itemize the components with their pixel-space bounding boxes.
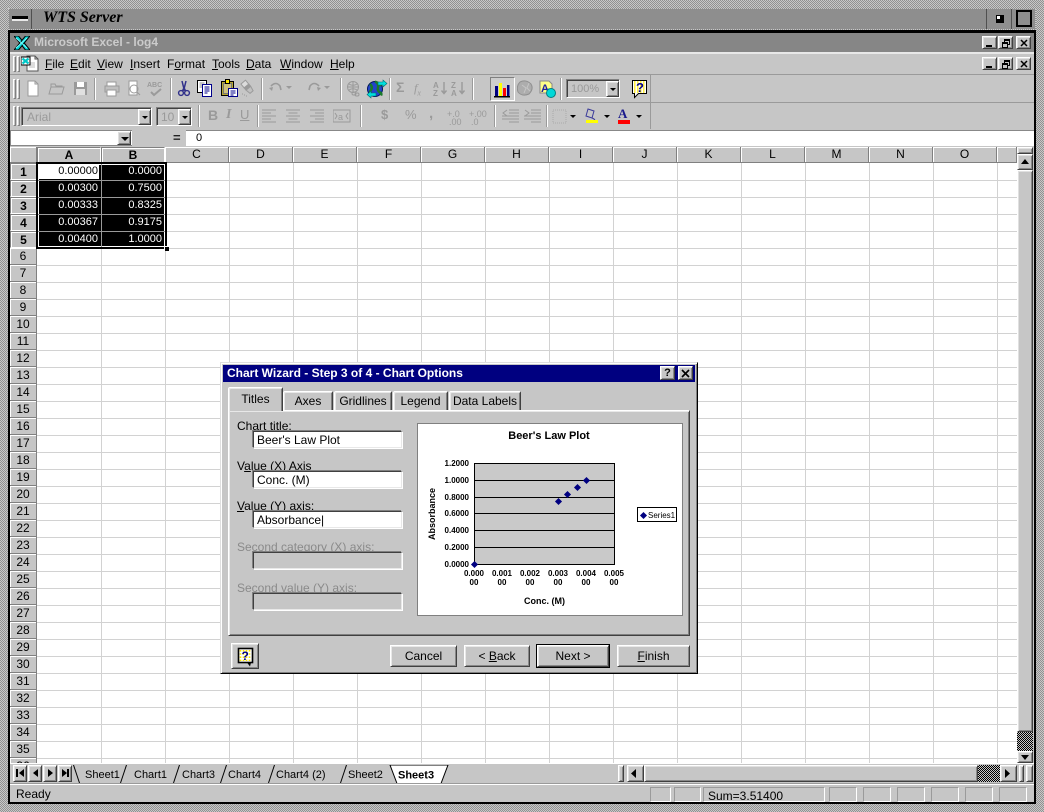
svg-text:.0: .0	[471, 117, 479, 126]
svg-text:?: ?	[242, 649, 249, 663]
svg-text:Chart4: Chart4	[228, 769, 261, 781]
svg-text:Chart1: Chart1	[134, 769, 167, 781]
svg-text:A: A	[451, 89, 457, 98]
svg-text:Z: Z	[433, 89, 438, 98]
svg-text:Chart3: Chart3	[182, 769, 215, 781]
svg-text:Sheet3: Sheet3	[398, 770, 434, 782]
svg-text:Sheet1: Sheet1	[85, 769, 120, 781]
svg-text:ABC: ABC	[147, 82, 162, 89]
svg-text:Sheet2: Sheet2	[348, 769, 383, 781]
svg-text:.00: .00	[449, 117, 462, 126]
svg-text:Chart4 (2): Chart4 (2)	[276, 769, 326, 781]
svg-text:a: a	[338, 112, 343, 122]
svg-text:?: ?	[636, 80, 644, 95]
